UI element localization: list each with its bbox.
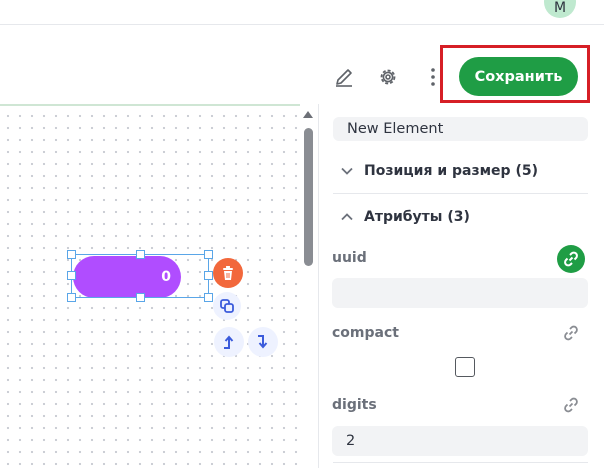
scroll-thumb[interactable]	[304, 128, 313, 266]
divider	[333, 193, 588, 194]
scroll-up-arrow-icon[interactable]	[303, 111, 313, 118]
move-down-icon	[258, 335, 268, 349]
kebab-menu-icon[interactable]	[428, 66, 438, 88]
link-icon	[564, 397, 578, 413]
chevron-down-icon	[341, 167, 353, 175]
save-button[interactable]: Сохранить	[459, 57, 578, 96]
resize-handle-tm[interactable]	[136, 250, 145, 259]
avatar[interactable]: M	[544, 0, 576, 18]
resize-handle-bl[interactable]	[67, 293, 76, 302]
copy-icon	[220, 299, 234, 313]
section-attributes-label: Атрибуты (3)	[364, 209, 470, 225]
gear-icon[interactable]	[377, 66, 399, 88]
resize-handle-br[interactable]	[204, 293, 213, 302]
editor-page: M Сохранить 0 New Element Позиция и разм…	[0, 0, 604, 468]
resize-handle-tr[interactable]	[204, 250, 213, 259]
resize-handle-bm[interactable]	[136, 293, 145, 302]
move-up-button[interactable]	[214, 327, 244, 357]
chevron-up-icon	[341, 213, 353, 221]
section-attributes[interactable]: Атрибуты (3)	[340, 209, 470, 225]
divider	[333, 462, 588, 463]
pencil-icon[interactable]	[333, 66, 355, 88]
uuid-link-button[interactable]	[557, 245, 585, 273]
design-canvas[interactable]: 0	[0, 104, 300, 468]
resize-handle-ml[interactable]	[67, 271, 76, 280]
top-bar: M	[0, 0, 604, 25]
move-down-button[interactable]	[248, 327, 278, 357]
resize-handle-mr[interactable]	[204, 271, 213, 280]
compact-link-button[interactable]	[557, 319, 585, 347]
link-icon	[564, 325, 578, 341]
duplicate-button[interactable]	[213, 292, 241, 320]
move-up-icon	[224, 335, 234, 349]
digits-input[interactable]	[332, 426, 588, 456]
delete-button[interactable]	[213, 258, 243, 288]
section-position-label: Позиция и размер (5)	[364, 163, 538, 179]
digits-link-button[interactable]	[557, 391, 585, 419]
attr-label-compact: compact	[332, 325, 399, 341]
trash-icon	[223, 266, 233, 280]
link-icon	[564, 251, 578, 267]
resize-handle-tl[interactable]	[67, 250, 76, 259]
compact-checkbox[interactable]	[455, 357, 475, 377]
element-name-field[interactable]	[333, 117, 588, 141]
uuid-input[interactable]	[332, 278, 588, 308]
attr-label-uuid: uuid	[332, 250, 367, 266]
canvas-element[interactable]: 0	[73, 256, 181, 298]
section-position[interactable]: Позиция и размер (5)	[340, 163, 538, 179]
attr-label-digits: digits	[332, 397, 377, 413]
